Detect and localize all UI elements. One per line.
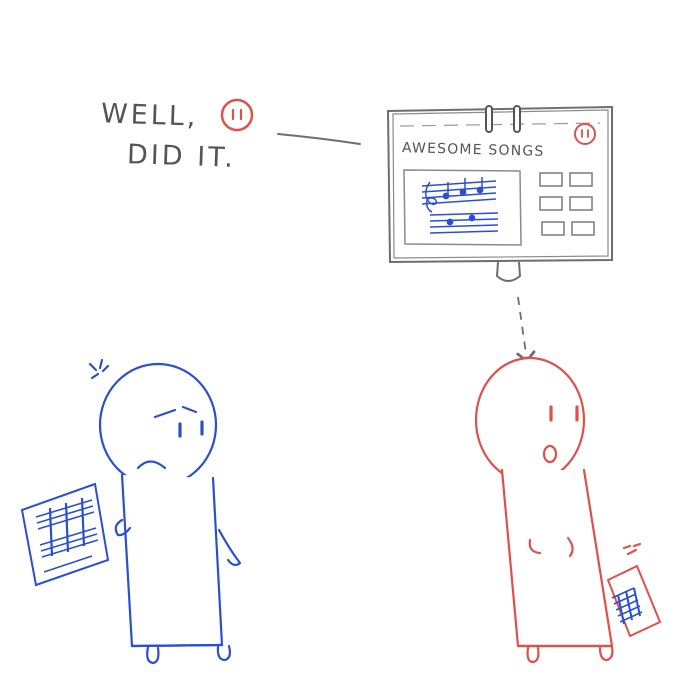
anger-mark-icon <box>88 358 110 380</box>
blue-character <box>88 358 242 665</box>
speech-text-line-1: WELL, <box>100 98 199 133</box>
sweat-mark-icon <box>622 542 642 556</box>
monitor <box>386 105 613 282</box>
blue-sheet-music <box>20 482 110 587</box>
speech-connector-line <box>277 133 361 145</box>
speech-text-line-2: DID IT. <box>126 139 237 174</box>
dashed-arrow-icon <box>515 296 536 364</box>
red-face-icon <box>220 98 254 132</box>
comic-panel: WELL, DID IT. AWESOME SONGS <box>0 0 700 700</box>
red-character <box>474 356 642 664</box>
red-sheet-music <box>606 564 662 638</box>
